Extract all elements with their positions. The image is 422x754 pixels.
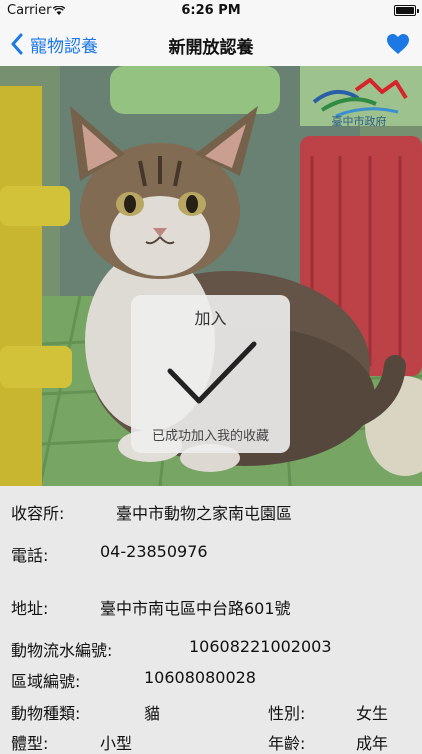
address-label: 地址: — [11, 599, 49, 618]
success-hud: 加入 已成功加入我的收藏 — [131, 295, 290, 453]
phone-value[interactable]: 04-23850976 — [100, 542, 208, 561]
status-bar: Carrier 6:26 PM — [0, 0, 422, 22]
kind-label: 動物種類: — [11, 704, 81, 723]
serial-value: 10608221002003 — [189, 637, 332, 656]
sex-label: 性別: — [268, 704, 306, 723]
shelter-value: 臺中市動物之家南屯園區 — [116, 504, 293, 523]
area-value: 10608080028 — [144, 668, 256, 687]
size-value: 小型 — [100, 734, 133, 753]
logo-text: 臺中市政府 — [331, 115, 387, 128]
phone-label: 電話: — [11, 546, 49, 565]
navigation-bar: 寵物認養 新開放認養 — [0, 22, 422, 67]
clock: 6:26 PM — [181, 3, 241, 18]
checkmark-icon — [167, 341, 257, 404]
pet-info-section: 收容所: 臺中市動物之家南屯園區 電話: 04-23850976 地址: 臺中市… — [0, 486, 422, 753]
hud-title: 加入 — [194, 309, 227, 328]
hud-message: 已成功加入我的收藏 — [151, 429, 269, 444]
area-label: 區域編號: — [11, 672, 81, 691]
age-value: 成年 — [356, 734, 389, 753]
address-value[interactable]: 臺中市南屯區中台路601號 — [100, 595, 291, 619]
page-title: 新開放認養 — [168, 38, 254, 58]
sex-value: 女生 — [356, 704, 389, 723]
size-label: 體型: — [11, 734, 49, 753]
age-label: 年齡: — [268, 734, 306, 753]
favorite-heart-icon[interactable] — [386, 33, 410, 55]
kind-value: 貓 — [144, 704, 161, 723]
shelter-label: 收容所: — [11, 504, 65, 523]
battery-icon — [394, 5, 419, 16]
serial-label: 動物流水編號: — [11, 641, 113, 660]
